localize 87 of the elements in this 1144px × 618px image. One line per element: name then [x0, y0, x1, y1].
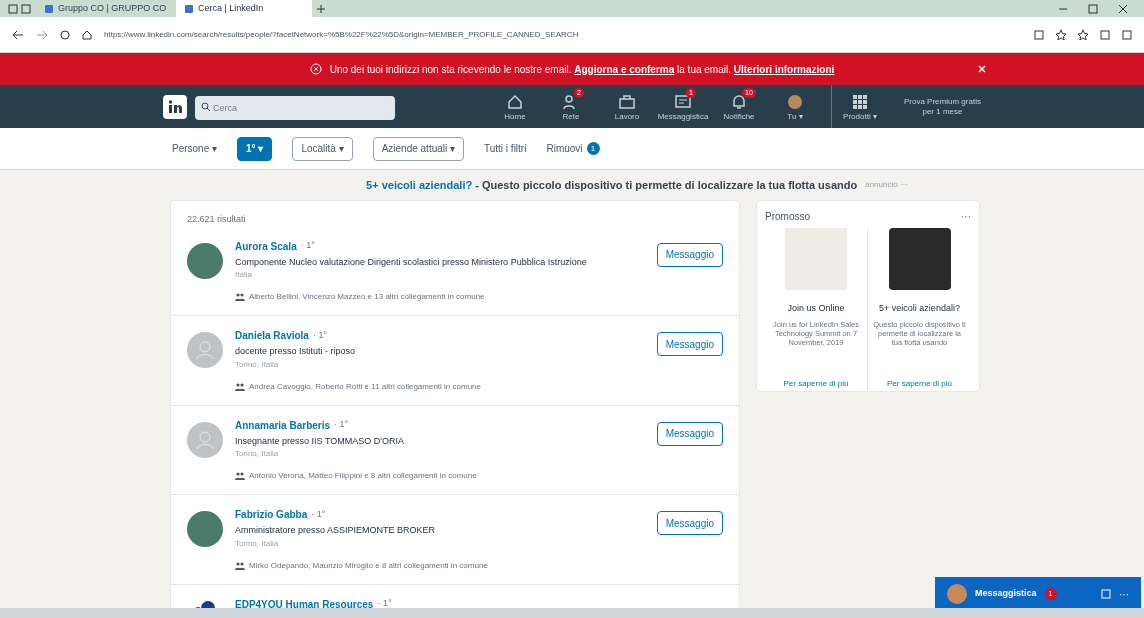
person-location: Torino, Italia: [235, 358, 280, 371]
chat-icon: [674, 92, 692, 111]
browser-tab[interactable]: Gruppo CO | GRUPPO CO: [36, 0, 172, 17]
connection-degree: · 1°: [334, 418, 349, 432]
count-badge: 1: [586, 142, 600, 155]
connection-degree: · 1°: [300, 239, 315, 253]
connection-degree: · 1°: [312, 328, 328, 342]
avatar-icon: [187, 332, 223, 368]
forward-icon: [36, 29, 48, 40]
nav-item[interactable]: Lavoro: [599, 85, 655, 128]
ad-link[interactable]: 5+ veicoli aziendali?: [366, 178, 473, 191]
person-name[interactable]: EDP4YOU Human Resources: [235, 596, 374, 612]
filter-button[interactable]: Tutti i filtri: [484, 136, 527, 161]
learn-more-link[interactable]: Per saperne di più: [783, 378, 849, 390]
maximize-icon: [1088, 3, 1098, 14]
filter-button[interactable]: Località ▾: [292, 136, 353, 161]
avatar-icon: [786, 92, 804, 111]
shared-connections[interactable]: Andrea Cavoggio, Roberto Rotti e 11 altri collegamenti in comune: [249, 380, 481, 393]
star-icon: [1056, 29, 1066, 40]
person-name[interactable]: Aurora Scala: [235, 238, 297, 254]
close-icon: [1118, 3, 1128, 14]
people-icon: [235, 472, 245, 480]
ad-title: Join us Online: [787, 302, 845, 315]
avatar-photo: [187, 242, 223, 279]
more-button[interactable]: ···: [1119, 586, 1129, 602]
tab-actions-icon: [8, 3, 32, 14]
error-icon: [309, 63, 322, 75]
home-icon: [82, 29, 92, 40]
person-headline: docente presso Istituti - riposo: [235, 345, 357, 358]
message-button[interactable]: Messaggio: [656, 242, 723, 267]
person-name[interactable]: Fabrizio Gabba: [235, 507, 308, 522]
person-location: Torino, Italia: [235, 537, 280, 550]
ad-image: [785, 228, 847, 290]
page-icon: [184, 3, 194, 14]
nav-item[interactable]: Tu ▾: [767, 85, 823, 128]
person-name[interactable]: Daniela Raviola: [235, 328, 309, 343]
promoted-title: Promosso: [765, 210, 810, 224]
search-icon: [201, 101, 210, 111]
person-headline: Componente Nucleo valutazione Dirigenti scolastici presso Ministero Pubblica Istruzione: [235, 255, 588, 269]
refresh-icon: [60, 29, 70, 40]
connection-degree: · 1°: [377, 597, 392, 611]
person-location: Italia: [235, 269, 253, 281]
nav-item[interactable]: Prodotti ▾: [832, 85, 888, 128]
connection-degree: · 1°: [311, 507, 326, 521]
person-headline: Amministratore presso ASSIPIEMONTE BROKER: [235, 524, 437, 537]
back-icon: [12, 29, 24, 40]
scrollbar[interactable]: [0, 608, 1144, 618]
message-button[interactable]: Messaggio: [656, 511, 723, 535]
person-name[interactable]: Annamaria Barberis: [235, 417, 331, 433]
shared-connections[interactable]: Mirko Odepando, Maurizio Miroglio e 8 altri collegamenti in comune: [249, 559, 488, 572]
close-icon[interactable]: [978, 65, 986, 73]
linkedin-logo[interactable]: [163, 94, 187, 119]
people-icon: [235, 561, 245, 570]
page-icon: [44, 3, 54, 14]
more-button[interactable]: ···: [961, 209, 971, 224]
home-icon: [506, 92, 524, 111]
ad-text: 5+ veicoli aziendali? - Questo piccolo dispositivo ti permette di localizzare la tua flotta usando: [366, 177, 858, 193]
learn-more-link[interactable]: Per saperne di più: [887, 378, 952, 390]
ad-label: annuncio ···: [865, 179, 908, 191]
message-button[interactable]: Messaggio: [656, 421, 723, 446]
photo-placeholder: [888, 228, 951, 290]
people-icon: [235, 293, 245, 301]
messaging-label: Messaggistica: [975, 587, 1037, 601]
avatar-photo: [187, 511, 223, 547]
search-field[interactable]: Cerca: [195, 95, 395, 120]
avatar-icon: [187, 421, 223, 458]
results-count: 22.621 risultati: [186, 213, 247, 226]
ad-title: 5+ veicoli aziendali?: [879, 302, 960, 315]
filter-button[interactable]: Persone ▾: [172, 136, 218, 161]
premium-link[interactable]: Prova Premium gratis per 1 mese: [904, 96, 981, 117]
filter-button[interactable]: Aziende attuali ▾: [372, 136, 464, 161]
message-button[interactable]: Messaggio: [656, 332, 723, 356]
person-headline: Insegnante presso IIS TOMMASO D'ORIA: [235, 434, 405, 448]
nav-item[interactable]: Home: [487, 85, 543, 128]
banner-message: Uno dei tuoi indirizzi non sta ricevendo le nostre email. Aggiorna e conferma la tua email. Ulteriori informazioni: [329, 62, 835, 77]
favorites-icon: [1078, 29, 1088, 40]
filter-button[interactable]: 1° ▾: [237, 136, 273, 161]
browser-tab[interactable]: Cerca | LinkedIn: [176, 0, 312, 17]
new-tab-icon: [316, 3, 326, 14]
shared-connections[interactable]: Alberto Bellini, Vincenzo Mazzeo e 13 altri collegamenti in comune: [249, 291, 485, 303]
people-icon: [235, 382, 245, 391]
avatar-photo: [947, 584, 967, 604]
briefcase-icon: [618, 92, 636, 111]
filter-button[interactable]: Rimuovi 1: [546, 136, 600, 161]
grid-icon: [851, 92, 869, 111]
shared-connections[interactable]: Antonio Verona, Matteo Filippini e 8 altri collegamenti in comune: [249, 470, 477, 482]
person-location: Torino, Italia: [235, 448, 280, 460]
